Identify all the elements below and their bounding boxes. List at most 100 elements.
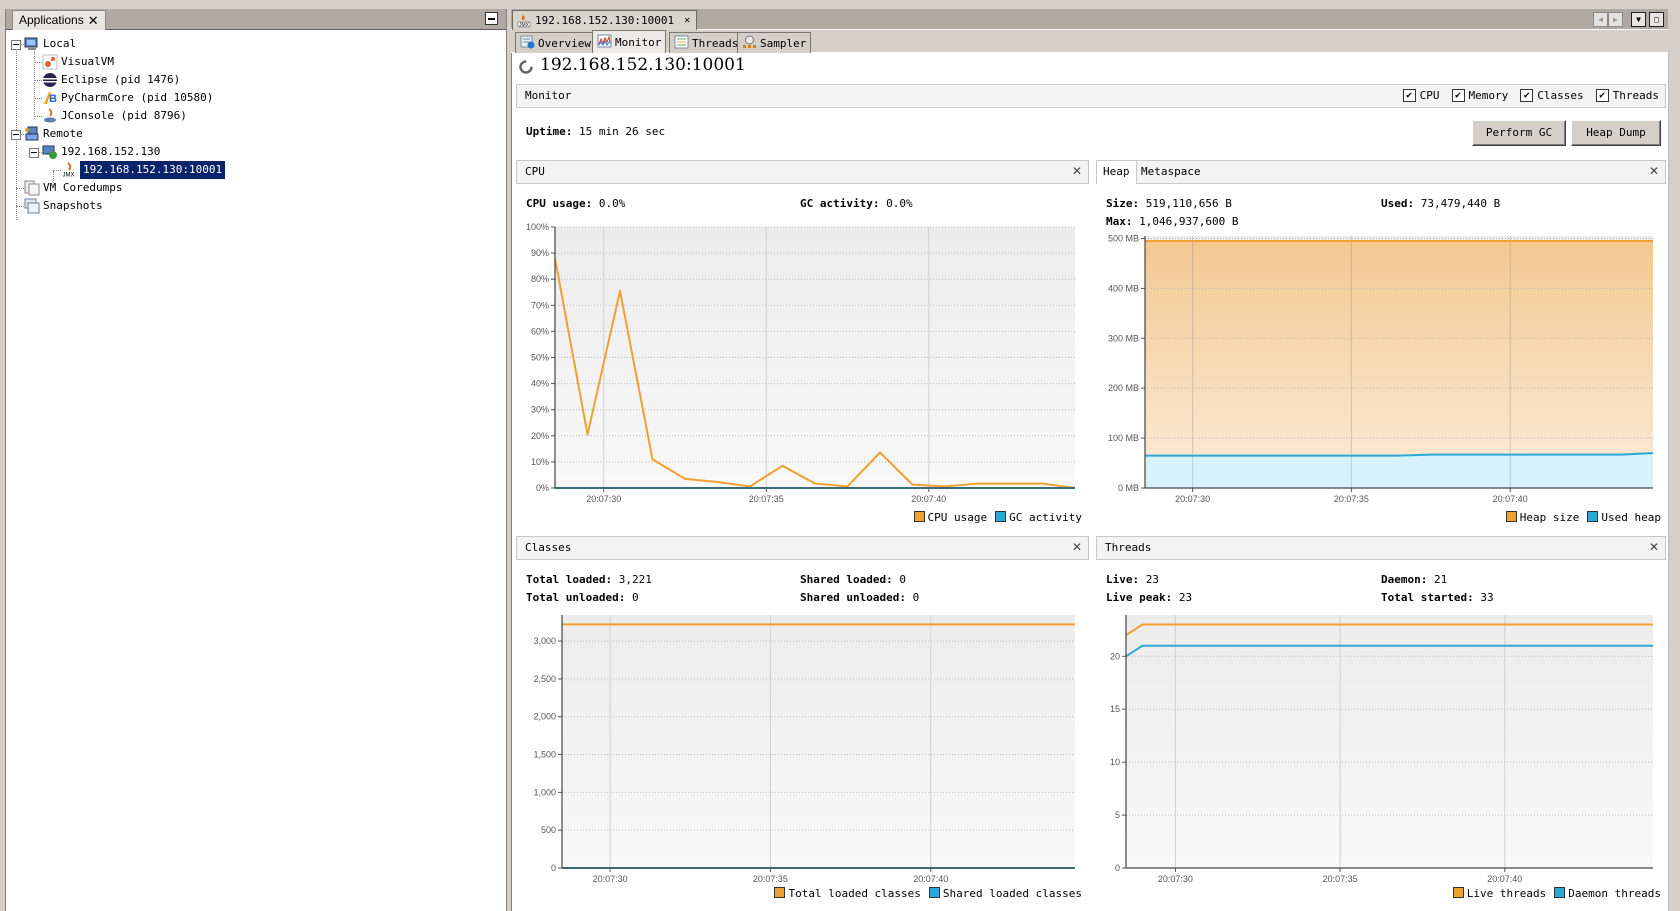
svg-text:JMX: JMX [519,22,530,28]
tab-monitor[interactable]: Monitor [592,30,667,53]
coredumps-icon [24,180,40,196]
tab-overview[interactable]: Overview [515,32,596,53]
checkmark-icon[interactable]: ✔ [1451,89,1465,102]
checkmark-icon[interactable]: ✔ [1520,89,1534,102]
collapse-toggle-icon[interactable] [11,40,21,50]
legend-item: Shared loaded classes [928,887,1082,900]
tree-item[interactable]: VisualVM [42,53,114,71]
tree-item[interactable]: 192.168.152.130 [42,143,160,161]
legend-label: CPU usage [927,511,988,524]
plot-background [562,615,1075,868]
stat-label: Daemon: [1381,573,1428,586]
tree-item[interactable]: JConsole (pid 8796) [42,107,187,125]
stat-value: 21 [1433,573,1448,586]
y-tick-label: 20% [531,431,549,441]
visualvm-icon [42,54,58,70]
checkbox-label: Memory [1468,89,1509,102]
remote-host-icon [42,144,58,160]
live-threads-stat: Live: 23 [1106,573,1159,586]
y-tick-label: 10 [1110,757,1120,767]
close-icon[interactable]: ✕ [1649,540,1659,554]
checkbox-memory[interactable]: ✔ Memory [1451,89,1509,102]
scroll-left-icon[interactable]: ◀ [1593,12,1608,27]
vertical-scrollbar[interactable] [1668,53,1680,911]
y-tick-label: 0% [536,483,549,493]
checkmark-icon[interactable]: ✔ [1402,89,1416,102]
tree-item[interactable]: Snapshots [24,197,103,215]
applications-tab-label: Applications [19,13,84,27]
legend-label: Used heap [1601,511,1661,524]
legend-swatch [1505,511,1517,522]
collapse-toggle-icon[interactable] [29,148,39,158]
tree-item[interactable]: JMX 192.168.152.130:10001 [61,161,226,179]
dropdown-icon[interactable]: ▼ [1631,12,1646,27]
checkbox-cpu[interactable]: ✔ CPU [1402,89,1440,102]
stat-label: Total loaded: [526,573,613,586]
minimize-icon[interactable] [485,12,498,25]
legend-item: GC activity [995,511,1082,524]
y-tick-label: 40% [531,379,549,389]
shared-loaded-stat: Shared loaded: 0 [800,573,906,586]
pycharm-icon: B [42,90,58,106]
tab-threads-label: Threads [692,36,739,50]
eclipse-icon [42,72,58,88]
tab-threads[interactable]: Threads [669,32,744,53]
cpu-usage-stat: CPU usage: 0.0% [526,197,625,210]
monitor-icon [597,34,612,51]
svg-text:B: B [49,93,57,105]
close-icon[interactable]: ✕ [1072,540,1082,554]
legend-label: Heap size [1519,511,1580,524]
tab-sampler-label: Sampler [760,36,807,50]
legend-item: Total loaded classes [774,887,921,900]
perform-gc-button[interactable]: Perform GC [1472,120,1566,146]
java-icon [42,108,58,124]
tree-connector [34,80,42,81]
tab-metaspace[interactable]: Metaspace [1135,161,1207,183]
stat-value: 0.0% [598,197,626,210]
tab-sampler[interactable]: Sampler [737,32,812,53]
maximize-icon[interactable]: □ [1649,12,1664,27]
checkbox-threads[interactable]: ✔ Threads [1595,89,1659,102]
uptime-value: 15 min 26 sec [578,125,666,138]
tree-item[interactable]: Remote [24,125,83,143]
legend-item: Heap size [1505,511,1580,524]
total-loaded-stat: Total loaded: 3,221 [526,573,652,586]
document-tab[interactable]: JMX 192.168.152.130:10001 ✕ [512,10,698,30]
close-icon[interactable]: ✕ [88,11,99,30]
legend-label: GC activity [1009,511,1082,524]
legend-label: Total loaded classes [788,887,921,900]
close-icon[interactable]: ✕ [1649,164,1659,178]
tree-item[interactable]: VM Coredumps [24,179,122,197]
applications-tab[interactable]: Applications ✕ [12,10,106,30]
heap-dump-button[interactable]: Heap Dump [1571,120,1661,146]
y-tick-label: 3,000 [533,636,556,646]
tree-item-label: VM Coredumps [43,181,123,194]
stat-value: 0 [899,573,906,586]
visibility-checkboxes: ✔ CPU ✔ Memory ✔ Classes ✔ Threads [1391,89,1659,102]
checkmark-icon[interactable]: ✔ [1595,89,1609,102]
legend-item: Live threads [1452,887,1546,900]
scroll-right-icon[interactable]: ▶ [1608,12,1623,27]
tab-overview-label: Overview [538,36,591,50]
tab-monitor-label: Monitor [615,35,662,49]
area-used-heap [1145,453,1653,488]
tree-item[interactable]: Local [24,35,76,53]
classes-legend: Total loaded classes Shared loaded class… [774,887,1082,900]
monitor-section-header: Monitor ✔ CPU ✔ Memory ✔ Classes ✔ Threads [516,84,1666,108]
legend-swatch [928,887,940,898]
heap-legend: Heap size Used heap [1505,511,1661,524]
threads-panel-title: Threads [1105,541,1152,554]
close-icon[interactable]: ✕ [1072,164,1082,178]
checkbox-classes[interactable]: ✔ Classes [1520,89,1584,102]
checkbox-label: CPU [1419,89,1440,102]
tree-item[interactable]: B PyCharmCore (pid 10580) [42,89,213,107]
y-tick-label: 90% [531,248,549,258]
stat-value: 73,479,440 B [1420,197,1501,210]
y-tick-label: 10% [531,457,549,467]
tab-heap[interactable]: Heap [1097,161,1137,184]
y-tick-label: 0 [551,863,556,873]
y-tick-label: 300 MB [1108,333,1139,343]
close-icon[interactable]: ✕ [684,15,690,26]
tree-item[interactable]: Eclipse (pid 1476) [42,71,180,89]
collapse-toggle-icon[interactable] [11,130,21,140]
